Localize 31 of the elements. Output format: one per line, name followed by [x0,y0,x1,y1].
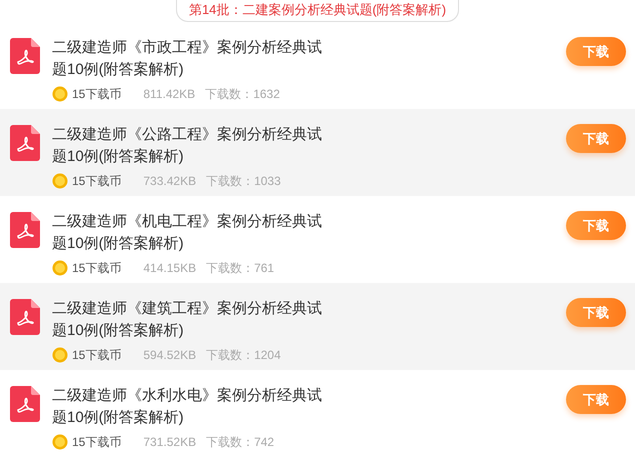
file-title-link[interactable]: 二级建造师《水利水电》案例分析经典试题10例(附答案解析) [52,385,322,429]
coin-price: 15下载币 [72,173,122,190]
batch-title: 第14批：二建案例分析经典试题(附答案解析) [176,0,460,22]
coin-price: 15下载币 [72,347,122,364]
coin-icon [52,347,68,363]
file-size: 414.15KB [143,260,196,277]
file-size: 594.52KB [143,347,196,364]
download-count: 下载数：1033 [206,173,281,190]
file-size: 733.42KB [143,173,196,190]
file-title-link[interactable]: 二级建造师《建筑工程》案例分析经典试题10例(附答案解析) [52,298,322,342]
pdf-file-icon [10,386,40,422]
download-count: 下载数：761 [206,260,274,277]
pdf-file-icon [10,125,40,161]
coin-icon [52,86,68,102]
coin-icon [52,260,68,276]
download-count: 下载数：742 [206,434,274,451]
file-title-link[interactable]: 二级建造师《市政工程》案例分析经典试题10例(附答案解析) [52,37,322,81]
file-size: 731.52KB [143,434,196,451]
coin-price: 15下载币 [72,260,122,277]
pdf-file-icon [10,299,40,335]
file-size: 811.42KB [143,86,196,103]
pdf-file-icon [10,38,40,74]
coin-icon [52,173,68,189]
coin-price: 15下载币 [72,434,122,451]
file-title-link[interactable]: 二级建造师《公路工程》案例分析经典试题10例(附答案解析) [52,124,322,168]
coin-price: 15下载币 [72,86,122,103]
file-title-link[interactable]: 二级建造师《机电工程》案例分析经典试题10例(附答案解析) [52,211,322,255]
coin-icon [52,434,68,450]
download-count: 下载数：1204 [206,347,281,364]
pdf-file-icon [10,212,40,248]
download-count: 下载数：1632 [205,86,280,103]
